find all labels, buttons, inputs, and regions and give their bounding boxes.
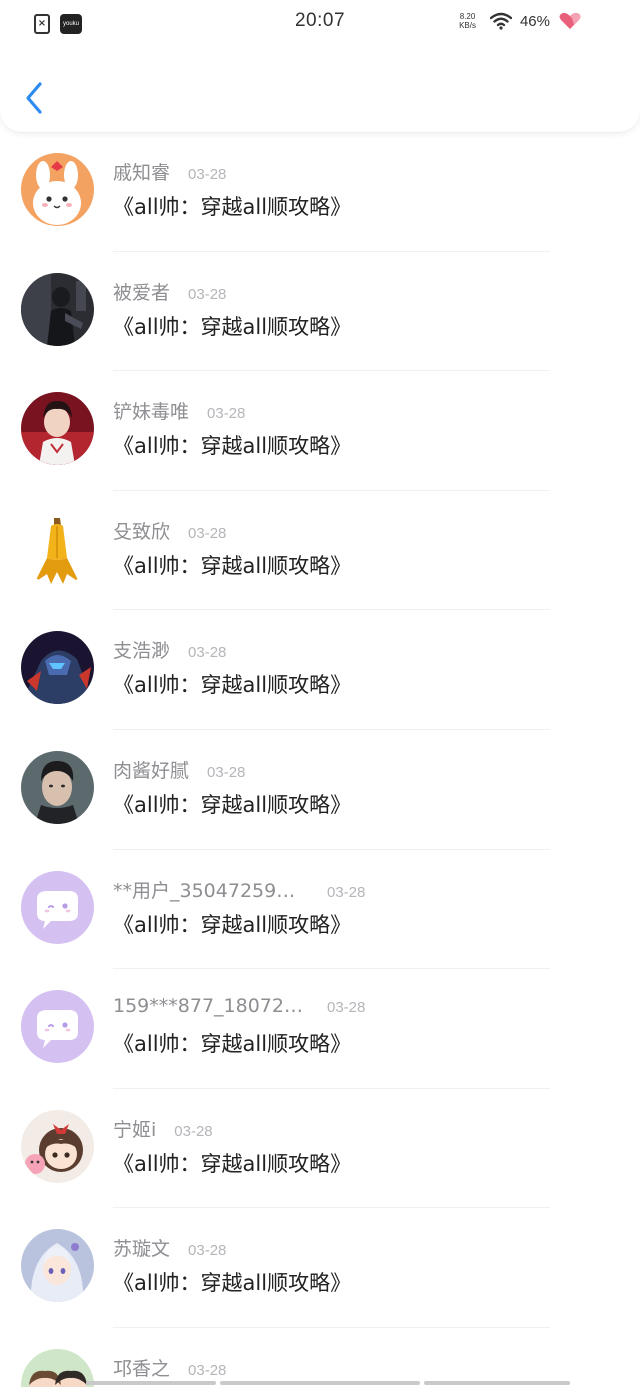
comment-item[interactable]: 肉酱好腻 03-28 《all帅：穿越all顺攻略》 — [0, 730, 640, 850]
comment-text: 《all帅：穿越all顺攻略》 — [113, 314, 352, 339]
comment-meta: 被爱者 03-28 — [113, 278, 226, 305]
top-bar: × youku 20:07 8.20 KB/s 46% — [0, 0, 640, 133]
comment-meta: **用户_350472598... 03-28 — [113, 876, 365, 903]
comment-date: 03-28 — [188, 166, 227, 183]
comment-date: 03-28 — [188, 1361, 227, 1379]
comment-meta: 铲妹毒唯 03-28 — [113, 397, 245, 424]
username[interactable]: 宁姬i — [113, 1115, 156, 1142]
comment-date: 03-28 — [207, 763, 246, 781]
comment-meta: 苏璇文 03-28 — [113, 1234, 226, 1261]
anime-girl-avatar[interactable] — [21, 1229, 94, 1303]
comment-meta: 邛香之 03-28 — [113, 1354, 226, 1381]
comment-item[interactable]: 苏璇文 03-28 《all帅：穿越all顺攻略》 — [0, 1208, 640, 1328]
banana-avatar[interactable] — [21, 511, 94, 585]
comment-item[interactable]: 铲妹毒唯 03-28 《all帅：穿越all顺攻略》 — [0, 371, 640, 491]
comment-meta: 肉酱好腻 03-28 — [113, 756, 245, 783]
comment-item[interactable]: 宁姬i 03-28 《all帅：穿越all顺攻略》 — [0, 1089, 640, 1209]
comment-meta: 支浩渺 03-28 — [113, 636, 226, 663]
comment-text: 《all帅：穿越all顺攻略》 — [113, 553, 352, 578]
chibi-girl-avatar[interactable] — [21, 1109, 94, 1183]
wifi-icon — [489, 12, 512, 30]
battery-heart-icon — [559, 12, 581, 29]
comment-item[interactable]: 159***877_1807244... 03-28 《all帅：穿越all顺攻… — [0, 969, 640, 1089]
comment-text: 《all帅：穿越all顺攻略》 — [113, 434, 352, 459]
username[interactable]: 肉酱好腻 — [113, 756, 189, 783]
battery-percent: 46% — [519, 12, 550, 30]
username[interactable]: 被爱者 — [113, 278, 170, 305]
game-hero-avatar[interactable] — [21, 631, 94, 705]
network-speed-value: 8.20 — [459, 12, 476, 21]
couple-cartoon-avatar[interactable] — [21, 1348, 94, 1387]
comment-item[interactable]: 被爱者 03-28 《all帅：穿越all顺攻略》 — [0, 252, 640, 372]
comment-text: 《all帅：穿越all顺攻略》 — [113, 1151, 352, 1176]
comment-meta: 159***877_1807244... 03-28 — [113, 995, 365, 1017]
comment-date: 03-28 — [327, 883, 366, 901]
red-portrait-avatar[interactable] — [21, 392, 94, 466]
network-speed-unit: KB/s — [459, 21, 476, 30]
comment-item[interactable]: 邛香之 03-28 — [0, 1328, 640, 1387]
chevron-left-icon — [26, 82, 42, 114]
comment-item[interactable]: **用户_350472598... 03-28 《all帅：穿越all顺攻略》 — [0, 850, 640, 970]
username[interactable]: 苏璇文 — [113, 1234, 170, 1261]
comment-list: 戚知睿 03-28 《all帅：穿越all顺攻略》 被爱者 03-28 《all… — [0, 132, 640, 1387]
home-indicator-segment — [424, 1381, 570, 1385]
comment-text: 《all帅：穿越all顺攻略》 — [113, 673, 352, 698]
comment-item[interactable]: 戚知睿 03-28 《all帅：穿越all顺攻略》 — [0, 132, 640, 252]
comment-item[interactable]: 殳致欣 03-28 《all帅：穿越all顺攻略》 — [0, 491, 640, 611]
username[interactable]: 159***877_1807244... — [113, 995, 303, 1017]
home-indicator-segment — [220, 1381, 420, 1385]
comment-date: 03-28 — [188, 285, 227, 303]
comment-date: 03-28 — [188, 644, 227, 662]
default-chat-avatar[interactable] — [21, 990, 94, 1064]
status-bar-right: 8.20 KB/s 46% — [459, 12, 582, 30]
cartoon-bunny-avatar[interactable] — [21, 153, 94, 226]
home-indicator-segment — [86, 1381, 216, 1385]
comment-date: 03-28 — [174, 1122, 213, 1140]
comment-meta: 戚知睿 03-28 — [113, 158, 226, 185]
comment-date: 03-28 — [327, 999, 366, 1017]
status-bar: × youku 20:07 8.20 KB/s 46% — [0, 0, 640, 46]
comment-date: 03-28 — [207, 405, 246, 423]
username[interactable]: 支浩渺 — [113, 636, 170, 663]
comment-item[interactable]: 支浩渺 03-28 《all帅：穿越all顺攻略》 — [0, 610, 640, 730]
comment-date: 03-28 — [188, 524, 227, 542]
comment-meta: 宁姬i 03-28 — [113, 1115, 213, 1142]
comment-list-screen: × youku 20:07 8.20 KB/s 46% 戚知睿 03-28 《a… — [0, 0, 640, 1387]
man-portrait-avatar[interactable] — [21, 750, 94, 824]
back-button[interactable] — [20, 78, 52, 118]
comment-text: 《all帅：穿越all顺攻略》 — [113, 195, 352, 219]
network-speed: 8.20 KB/s — [459, 12, 476, 30]
username[interactable]: 戚知睿 — [113, 158, 170, 185]
comment-meta: 殳致欣 03-28 — [113, 517, 226, 544]
dark-photo-avatar[interactable] — [21, 272, 94, 346]
comment-text: 《all帅：穿越all顺攻略》 — [113, 792, 352, 817]
username[interactable]: 邛香之 — [113, 1354, 170, 1381]
comment-text: 《all帅：穿越all顺攻略》 — [113, 1032, 352, 1057]
default-chat-avatar[interactable] — [21, 870, 94, 944]
username[interactable]: 铲妹毒唯 — [113, 397, 189, 424]
username[interactable]: **用户_350472598... — [113, 876, 303, 903]
comment-text: 《all帅：穿越all顺攻略》 — [113, 1271, 352, 1296]
comment-text: 《all帅：穿越all顺攻略》 — [113, 912, 352, 937]
comment-date: 03-28 — [188, 1242, 227, 1260]
username[interactable]: 殳致欣 — [113, 517, 170, 544]
